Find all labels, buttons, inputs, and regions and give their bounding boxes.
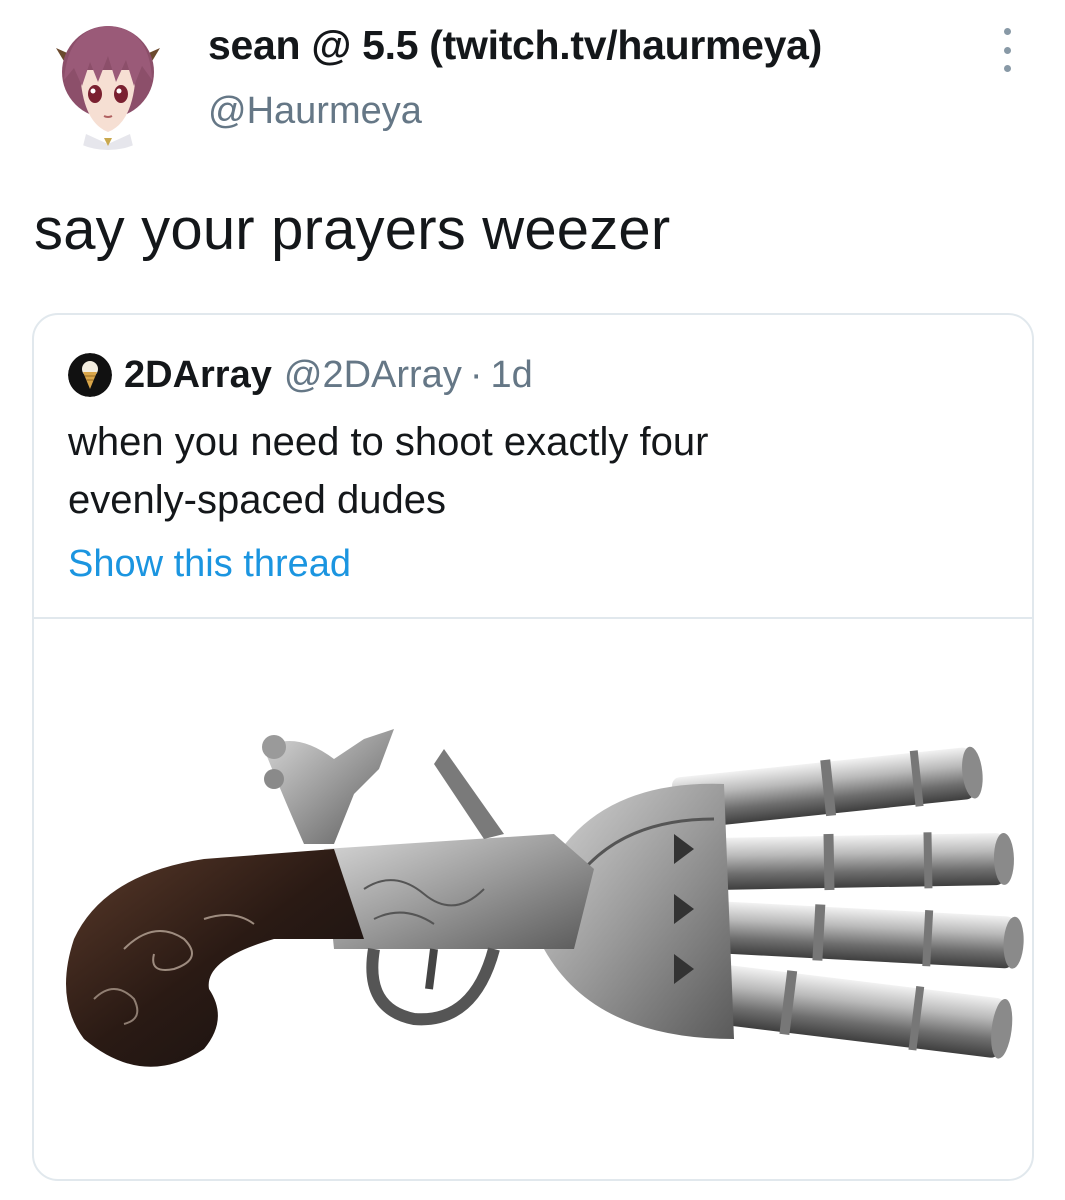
quoted-author-avatar[interactable]: [68, 353, 112, 397]
quoted-tweet-text: when you need to shoot exactly four even…: [68, 413, 968, 529]
quoted-timestamp[interactable]: 1d: [490, 354, 532, 397]
quoted-media-image[interactable]: [34, 619, 1032, 1179]
quoted-tweet-card[interactable]: 2DArray @2DArray · 1d when you need to s…: [32, 313, 1034, 1181]
anime-avatar-icon: [56, 26, 160, 150]
author-handle[interactable]: @Haurmeya: [208, 90, 422, 133]
dot: [1003, 65, 1011, 72]
quoted-author-name[interactable]: 2DArray: [124, 354, 272, 397]
dot: [1003, 46, 1011, 54]
quoted-text-line: evenly-spaced dudes: [68, 478, 447, 522]
separator-dot: ·: [469, 353, 483, 396]
author-display-name[interactable]: sean @ 5.5 (twitch.tv/haurmeya): [208, 22, 822, 69]
quoted-text-line: when you need to shoot exactly four: [68, 420, 709, 464]
quoted-tweet-header: 2DArray @2DArray · 1d: [68, 353, 533, 397]
author-avatar[interactable]: [38, 10, 178, 150]
quoted-author-handle[interactable]: @2DArray: [284, 354, 462, 397]
tweet-text: say your prayers weezer: [34, 197, 671, 262]
show-thread-link[interactable]: Show this thread: [68, 543, 351, 586]
duck-foot-pistol-image: [66, 729, 1024, 1067]
more-options-icon[interactable]: [992, 28, 1022, 72]
ice-cream-cone-icon: [68, 353, 112, 397]
dot: [1003, 28, 1011, 35]
